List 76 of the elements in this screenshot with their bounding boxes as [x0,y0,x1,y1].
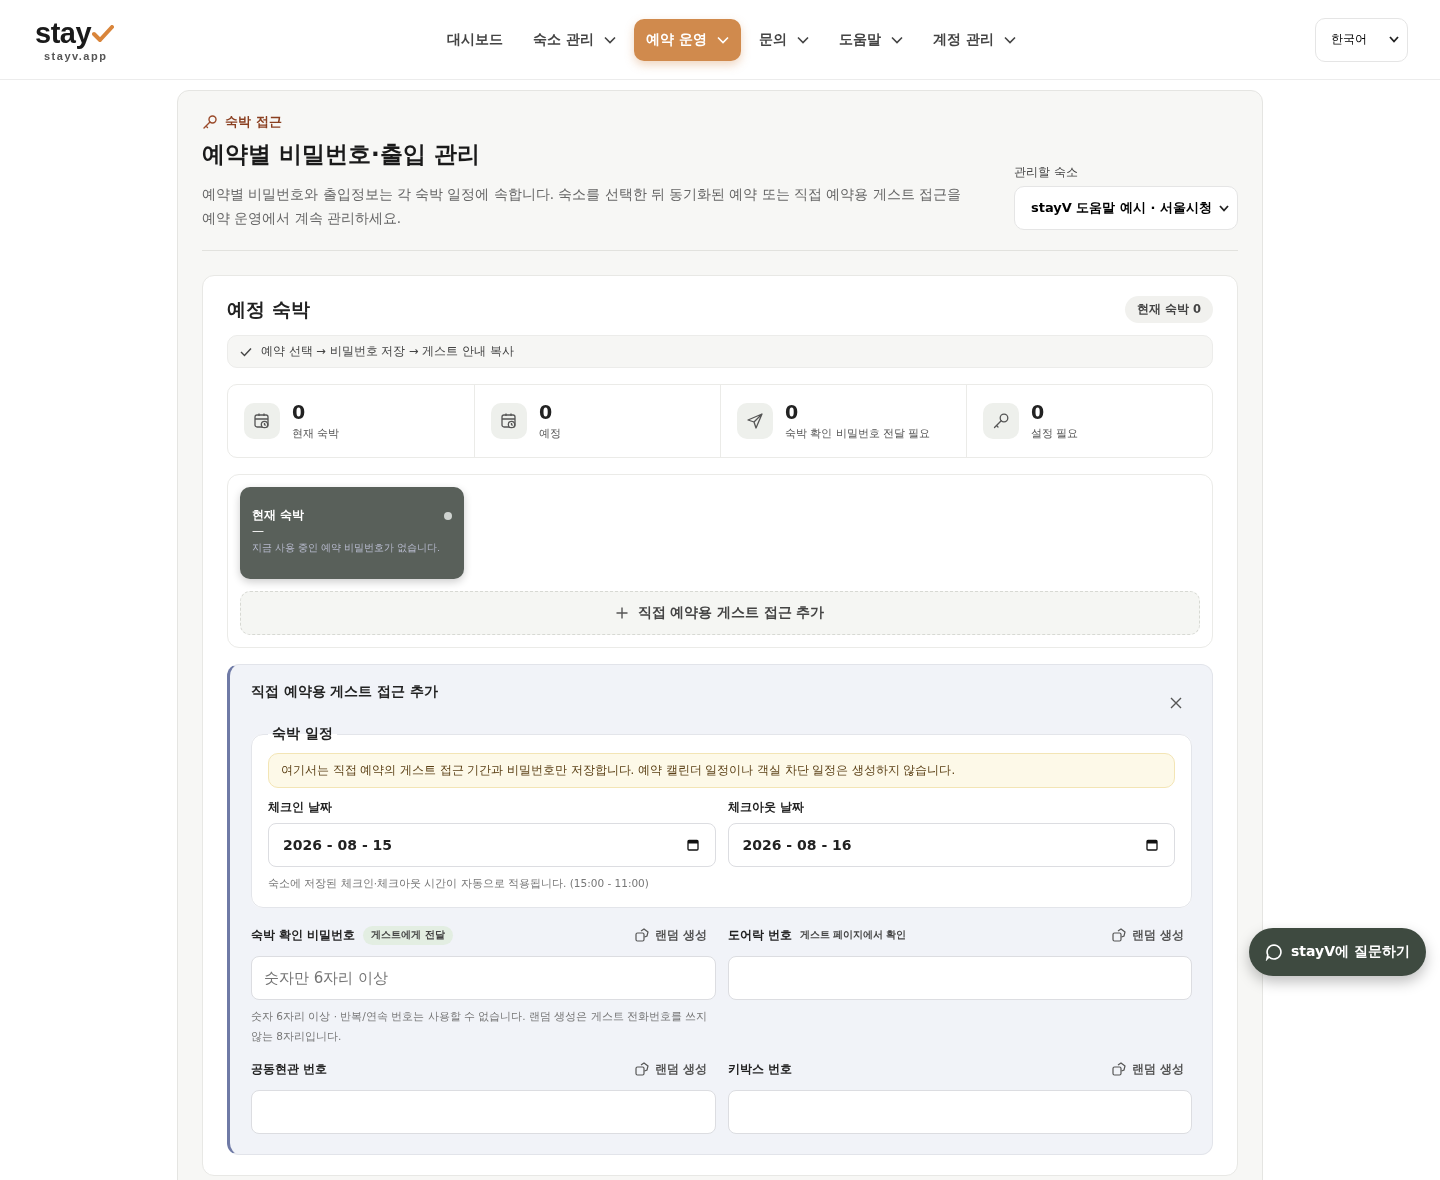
stat-label: 숙박 확인 비밀번호 전달 필요 [785,427,931,441]
send-icon [737,403,773,439]
nav-item[interactable]: 문의 [746,18,821,61]
nav-item[interactable]: 대시보드 [435,18,515,61]
dice-icon [1112,1062,1126,1076]
chevron-down-icon [1003,35,1016,44]
stat-value: 0 [1031,401,1046,423]
stay-card[interactable]: 현재 숙박 — 지금 사용 중인 예약 비밀번호가 없습니다. [240,487,464,579]
chat-button[interactable]: stayV에 질문하기 [1249,928,1426,976]
calendar-icon [1146,839,1158,851]
brand-logo[interactable]: stay [35,17,115,50]
key-icon [983,403,1019,439]
stay-dash: — [252,524,265,538]
nav-item[interactable]: 계정 관리 [920,18,1028,61]
stat-value: 0 [785,401,800,423]
dice-icon [1112,928,1126,942]
field-hint: 숙소에 저장된 체크인·체크아웃 시간이 자동으로 적용됩니다. (15:00 - 11:00) [268,876,650,891]
random-button[interactable]: 랜덤 생성 [635,927,716,943]
page-description: 예약별 비밀번호와 출입정보는 각 숙박 일정에 속합니다. 숙소를 선택한 뒤 동기화된 예약 또는 직접 예약용 게스트 접근을 예약 운영에서 계속 관리하세요. [202,185,962,228]
check-icon [92,24,115,43]
brand-domain: stayv.app [44,50,109,62]
key-icon [202,114,218,130]
chevron-down-icon [1219,204,1229,212]
field-label: 숙박 확인 비밀번호 [251,926,356,944]
text-input[interactable]: 숫자만 6자리 이상 [251,956,716,1000]
field-label: 체크아웃 날짜 [727,800,805,815]
calendar-icon [491,403,527,439]
date-input[interactable]: 2026 - 08 - 16 [727,823,1175,867]
chevron-down-icon [796,35,809,44]
chevron-down-icon [716,35,729,44]
form-title: 직접 예약용 게스트 접근 추가 [251,683,438,701]
text-input[interactable] [727,1090,1192,1134]
random-button[interactable]: 랜덤 생성 [635,1061,716,1077]
status-dot [444,511,452,520]
stat-value: 0 [539,401,554,423]
date-input[interactable]: 2026 - 08 - 15 [268,823,716,867]
stat-label: 예정 [539,427,561,441]
steps-text: 예약 선택 → 비밀번호 저장 → 게스트 안내 복사 [261,344,514,359]
calendar-icon [686,839,699,851]
page-title: 예약별 비밀번호·출입 관리 [202,140,481,169]
nav-item[interactable]: 숙소 관리 [521,18,628,61]
plus-icon [615,607,628,619]
text-input[interactable] [251,1090,716,1134]
eyebrow-label: 숙박 접근 [225,113,282,131]
text-input[interactable] [727,956,1192,1000]
group-legend: 숙박 일정 [268,725,337,743]
nav-item[interactable]: 도움말 [826,18,915,61]
field-label: 도어락 번호 [727,926,792,944]
section-title: 예정 숙박 [227,296,310,322]
add-access-button[interactable]: 직접 예약용 게스트 접근 추가 [240,591,1200,635]
field-hint: 숫자 6자리 이상 · 반복/연속 번호는 사용할 수 없습니다. 랜덤 생성은 게스트 전화번호를 쓰지 않는 8자리입니다. [251,1009,709,1044]
calendar-icon [244,403,280,439]
stay-title: 현재 숙박 [252,507,305,524]
field-tag: 게스트에게 전달 [363,925,453,945]
random-button[interactable]: 랜덤 생성 [1112,1061,1192,1077]
chevron-down-icon [603,35,616,44]
stat-label: 설정 필요 [1031,427,1079,441]
field-label: 체크인 날짜 [268,800,333,815]
dice-icon [635,1062,650,1076]
stat-value: 0 [292,401,307,423]
chevron-down-icon [890,35,903,44]
field-label: 키박스 번호 [727,1060,792,1078]
chevron-down-icon [1389,36,1399,43]
stat-label: 현재 숙박 [292,427,340,441]
field-tag: 게스트 페이지에서 확인 [799,928,907,942]
random-button[interactable]: 랜덤 생성 [1112,927,1192,943]
property-select[interactable]: stayV 도움말 예시 · 서울시청 [1014,186,1238,230]
check-icon [240,346,252,357]
chat-bubble-icon [1265,943,1283,961]
dice-icon [635,928,650,942]
stay-note: 지금 사용 중인 예약 비밀번호가 없습니다. [252,542,442,555]
notice-banner: 여기서는 직접 예약의 게스트 접근 기간과 비밀번호만 저장합니다. 예약 캘린더 일정이나 객실 차단 일정은 생성하지 않습니다. [268,753,1175,788]
count-badge: 현재 숙박 0 [1125,296,1213,323]
field-label: 관리할 숙소 [1014,165,1079,180]
field-label: 공동현관 번호 [251,1060,328,1078]
language-select[interactable]: 한국어 [1315,17,1408,62]
